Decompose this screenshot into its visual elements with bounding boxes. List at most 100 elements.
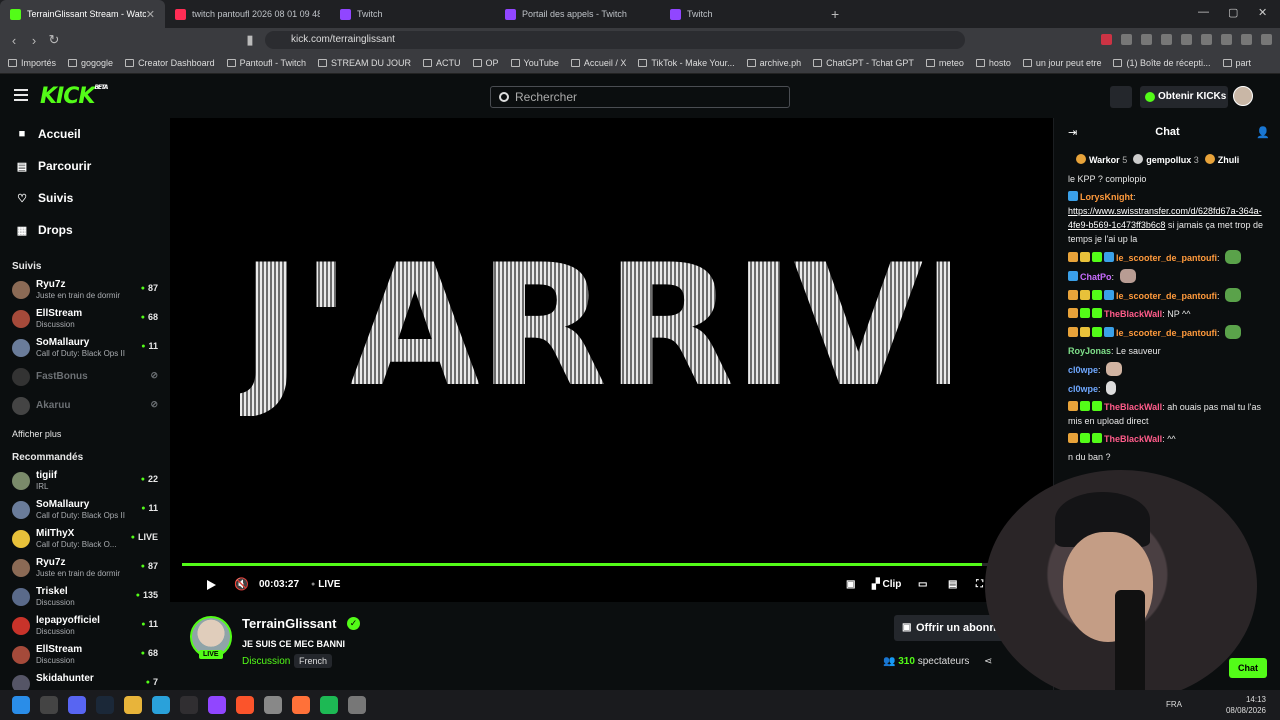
bookmark-item[interactable]: STREAM DU JOUR (317, 58, 411, 68)
extension-icon[interactable] (1241, 34, 1252, 45)
search-input[interactable]: Rechercher (490, 86, 790, 108)
captions-icon[interactable]: ▭ (918, 579, 927, 590)
chat-username[interactable]: ChatPo (1080, 272, 1112, 282)
play-icon[interactable] (207, 580, 216, 590)
live-indicator[interactable]: LIVE (311, 579, 340, 590)
minimize-icon[interactable]: — (1198, 6, 1209, 18)
share-icon[interactable]: ⋖ (984, 656, 992, 667)
extension-icon[interactable] (1161, 34, 1172, 45)
bookmark-item[interactable]: meteo (925, 58, 964, 68)
channel-item[interactable]: Akaruu ⊘ (0, 392, 170, 421)
spotify-icon[interactable] (320, 696, 338, 714)
kick-logo[interactable]: KICKBETA (40, 84, 108, 109)
leaderboard-entry[interactable]: Zhuli (1204, 153, 1239, 165)
chat-username[interactable]: le_scooter_de_pantoufi (1116, 291, 1217, 301)
sidebar-nav-item[interactable]: ▦ Drops (0, 214, 170, 246)
extension-icon[interactable] (1141, 34, 1152, 45)
brave-icon[interactable] (236, 696, 254, 714)
chrome-icon[interactable] (264, 696, 282, 714)
bookmark-item[interactable]: hosto (975, 58, 1011, 68)
leaderboard-entry[interactable]: Warkor 5 (1076, 153, 1127, 165)
bookmark-icon[interactable]: ▮ (240, 32, 260, 48)
sidebar-nav-item[interactable]: ♡ Suivis (0, 182, 170, 214)
language-tag[interactable]: French (294, 654, 333, 668)
bookmark-item[interactable]: Creator Dashboard (125, 58, 215, 68)
mute-icon[interactable]: 🔇 (234, 577, 249, 591)
user-avatar[interactable] (1233, 86, 1253, 106)
channel-name[interactable]: TerrainGlissant (242, 616, 336, 631)
channel-item[interactable]: EllStreamDiscussion68 (0, 305, 170, 334)
bookmark-item[interactable]: OP (472, 58, 499, 68)
video-player[interactable]: J'ARRIVE 🔇 00:03:27 LIVE ▣ ▞ Clip ▭ ▤ ⛶ (170, 118, 1053, 602)
url-field[interactable]: kick.com/terrainglissant (265, 31, 965, 49)
notifications-icon[interactable] (1110, 86, 1132, 108)
extension-icon[interactable] (1221, 34, 1232, 45)
hamburger-menu-icon[interactable] (14, 89, 28, 104)
bookmark-item[interactable]: ChatGPT - Tchat GPT (813, 58, 914, 68)
extension-icon[interactable] (1121, 34, 1132, 45)
category-link[interactable]: Discussion (242, 656, 290, 667)
channel-item[interactable]: lepapyofficielDiscussion11 (0, 612, 170, 641)
channel-item[interactable]: MiIThyXCall of Duty: Black O...LIVE (0, 525, 170, 554)
chat-username[interactable]: cl0wpe (1068, 384, 1098, 394)
bookmark-item[interactable]: Pantoufl - Twitch (226, 58, 306, 68)
leaderboard-entry[interactable]: gempollux 3 (1133, 153, 1199, 165)
bookmark-item[interactable]: TikTok - Make Your... (638, 58, 735, 68)
sidebar-nav-item[interactable]: ▤ Parcourir (0, 150, 170, 182)
bookmark-item[interactable]: (1) Boîte de récepti... (1113, 58, 1211, 68)
channel-item[interactable]: TriskelDiscussion135 (0, 583, 170, 612)
channel-item[interactable]: Ryu7zJuste en train de dormir87 (0, 554, 170, 583)
chat-send-button[interactable]: Chat (1229, 658, 1267, 678)
channel-item[interactable]: tigiifIRL22 (0, 467, 170, 496)
browser-tab[interactable]: TerrainGlissant Stream - Watch l...✕ (0, 0, 165, 28)
progress-bar[interactable] (182, 563, 1042, 566)
maximize-icon[interactable]: ▢ (1228, 6, 1238, 19)
bookmark-item[interactable]: Accueil / X (570, 58, 626, 68)
back-icon[interactable]: ‹ (4, 33, 24, 48)
close-window-icon[interactable]: ✕ (1258, 6, 1267, 19)
sidebar-nav-item[interactable]: ■ Accueil (0, 118, 170, 150)
tab-close-icon[interactable]: ✕ (146, 8, 155, 21)
search-icon[interactable] (40, 696, 58, 714)
extension-icon[interactable] (1101, 34, 1112, 45)
chat-username[interactable]: TheBlackWall (1104, 402, 1162, 412)
start-icon[interactable] (12, 696, 30, 714)
channel-item[interactable]: EllStreamDiscussion68 (0, 641, 170, 670)
bookmark-item[interactable]: gogogle (68, 58, 113, 68)
get-kicks-button[interactable]: Obtenir KICKs (1140, 86, 1228, 108)
new-tab-icon[interactable]: + (831, 6, 839, 22)
settings-icon[interactable]: ▤ (948, 579, 957, 590)
chat-users-icon[interactable]: 👤 (1256, 126, 1270, 139)
chat-username[interactable]: le_scooter_de_pantoufi (1116, 253, 1217, 263)
theater-mode-icon[interactable]: ▣ (846, 579, 855, 590)
bookmark-item[interactable]: part (1222, 58, 1251, 68)
fullscreen-icon[interactable]: ⛶ (976, 579, 983, 590)
clip-button[interactable]: ▞ Clip (872, 579, 901, 590)
bookmark-item[interactable]: ACTU (423, 58, 461, 68)
channel-item[interactable]: SoMallauryCall of Duty: Black Ops II11 (0, 496, 170, 525)
reload-icon[interactable]: ↻ (44, 32, 64, 48)
obs-icon[interactable] (180, 696, 198, 714)
browser-tab[interactable]: twitch pantoufl 2026 08 01 09 48 57 (165, 0, 330, 28)
bookmark-item[interactable]: YouTube (510, 58, 559, 68)
chat-username[interactable]: le_scooter_de_pantoufi (1116, 328, 1217, 338)
bookmark-item[interactable]: un jour peut etre (1022, 58, 1101, 68)
twitch-icon[interactable] (208, 696, 226, 714)
forward-icon[interactable]: › (24, 33, 44, 48)
menu-icon[interactable] (1261, 34, 1272, 45)
browser-tab[interactable]: Twitch (660, 0, 825, 28)
channel-item[interactable]: FastBonus ⊘ (0, 363, 170, 392)
channel-item[interactable]: SoMallauryCall of Duty: Black Ops II11 (0, 334, 170, 363)
browser-tab[interactable]: Twitch (330, 0, 495, 28)
keyboard-language[interactable]: FRA (1166, 700, 1182, 709)
bookmark-item[interactable]: archive.ph (746, 58, 801, 68)
chat-username[interactable]: TheBlackWall (1104, 434, 1162, 444)
bookmark-item[interactable]: Importés (8, 58, 56, 68)
discord-icon[interactable] (68, 696, 86, 714)
folder-icon[interactable] (124, 696, 142, 714)
browser-tab[interactable]: Portail des appels - Twitch (495, 0, 660, 28)
telegram-icon[interactable] (152, 696, 170, 714)
chat-username[interactable]: LorysKnight (1080, 192, 1133, 202)
steam-icon[interactable] (96, 696, 114, 714)
gear-icon[interactable] (348, 696, 366, 714)
